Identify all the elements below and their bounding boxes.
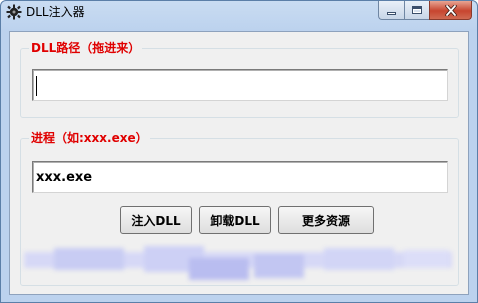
blur-block <box>324 248 394 270</box>
dll-path-input[interactable] <box>32 69 448 101</box>
minimize-icon <box>387 11 396 15</box>
title-bar[interactable]: DLL注入器 <box>1 1 477 27</box>
inject-dll-button[interactable]: 注入DLL <box>120 206 192 234</box>
app-window: DLL注入器 DLL路径（拖进来） 进程（如:xxx.exe） xxx.exe … <box>0 0 478 303</box>
blur-block <box>254 254 304 278</box>
minimize-button[interactable] <box>378 1 404 20</box>
window-title: DLL注入器 <box>26 5 85 19</box>
gear-bug-icon <box>6 4 22 20</box>
process-label: 进程（如:xxx.exe） <box>29 130 150 146</box>
text-caret <box>36 76 37 96</box>
close-icon <box>444 4 457 16</box>
blur-block <box>189 258 249 280</box>
maximize-button[interactable] <box>404 1 429 20</box>
blur-block <box>404 250 449 268</box>
caption-buttons <box>378 1 472 20</box>
uninject-dll-button[interactable]: 卸载DLL <box>199 206 271 234</box>
dll-path-label: DLL路径（拖进来） <box>29 40 143 56</box>
blur-block <box>54 248 124 270</box>
process-input[interactable]: xxx.exe <box>32 161 448 193</box>
process-value: xxx.exe <box>36 170 93 185</box>
more-resources-button[interactable]: 更多资源 <box>278 206 374 234</box>
client-area: DLL路径（拖进来） 进程（如:xxx.exe） xxx.exe 注入DLL 卸… <box>9 31 469 295</box>
close-button[interactable] <box>429 1 472 20</box>
maximize-icon <box>412 6 422 14</box>
blurred-link-area <box>24 242 452 280</box>
